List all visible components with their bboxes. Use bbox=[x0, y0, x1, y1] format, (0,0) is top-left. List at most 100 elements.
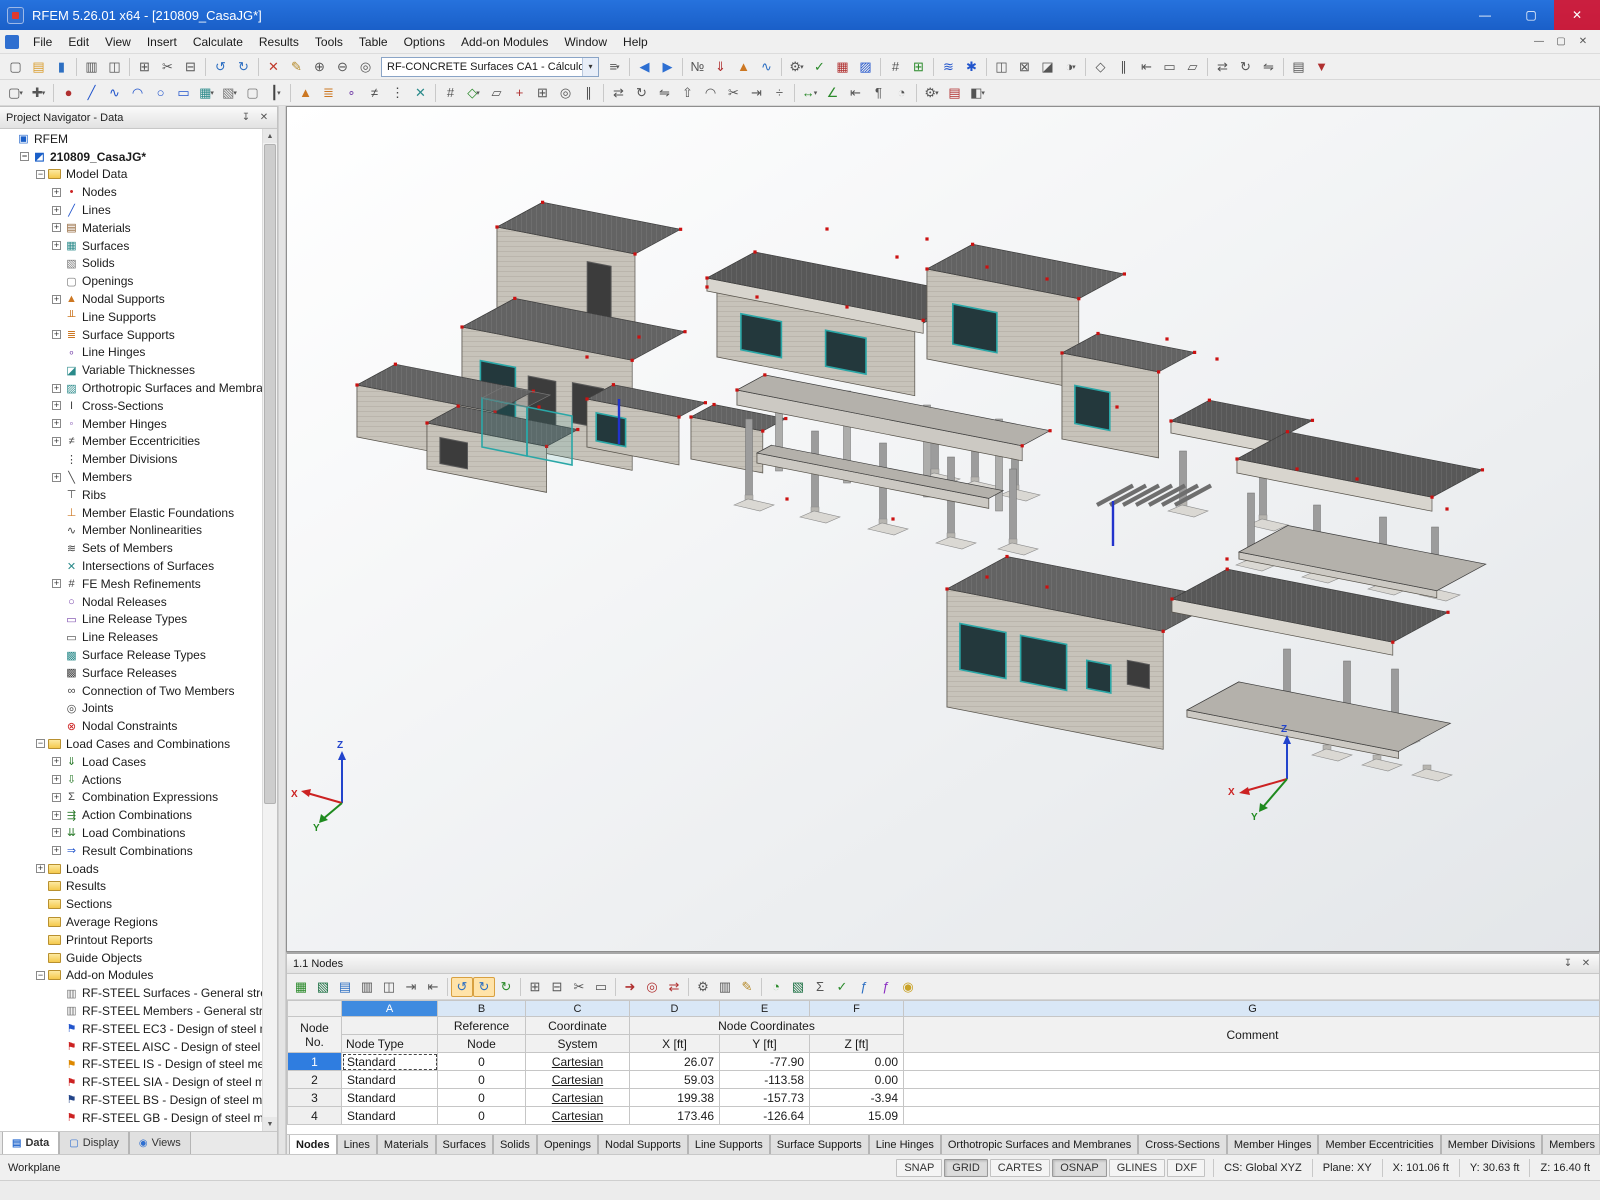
menu-item-add-on-modules[interactable]: Add-on Modules bbox=[453, 31, 556, 53]
toolbar-button-new-polyline[interactable]: ∿ bbox=[103, 82, 126, 103]
cell-x[interactable]: 59.03 bbox=[630, 1071, 720, 1089]
menu-item-results[interactable]: Results bbox=[251, 31, 307, 53]
table-pin-icon[interactable]: ↧ bbox=[1561, 958, 1575, 969]
toolbar-button-refresh-table[interactable]: ↻ bbox=[495, 977, 517, 997]
tree-item-loads[interactable]: +Loads bbox=[0, 860, 262, 878]
toolbar-button-nav-forward[interactable]: ▶ bbox=[656, 56, 679, 77]
toolbar-button-background-layers[interactable]: ▱ bbox=[1181, 56, 1204, 77]
cell-comment[interactable] bbox=[904, 1107, 1600, 1125]
table-tab-line-supports[interactable]: Line Supports bbox=[688, 1135, 770, 1156]
tree-item-rf-steel-ec3-design-of-steel-members[interactable]: ⚑RF-STEEL EC3 - Design of steel members bbox=[0, 1020, 262, 1038]
toolbar-button-jump-to-graphic[interactable]: ➜ bbox=[619, 977, 641, 997]
toolbar-button-dimensions[interactable]: ⇤ bbox=[1135, 56, 1158, 77]
toolbar-button-partial-views[interactable]: ◫ bbox=[990, 56, 1013, 77]
cell-reference-node[interactable]: 0 bbox=[438, 1053, 526, 1071]
toolbar-button-comment[interactable]: ¶ bbox=[867, 82, 890, 103]
toolbar-button-new-division[interactable]: ⋮ bbox=[386, 82, 409, 103]
tree-item-line-release-types[interactable]: ▭Line Release Types bbox=[0, 611, 262, 629]
mdi-close-button[interactable]: ✕ bbox=[1572, 33, 1594, 51]
toolbar-button-select-rows[interactable]: ▭ bbox=[590, 977, 612, 997]
expand-icon[interactable]: + bbox=[52, 757, 61, 766]
toolbar-button-edit[interactable]: ✎ bbox=[285, 56, 308, 77]
column-letter-d[interactable]: D bbox=[630, 1001, 720, 1017]
expand-icon[interactable]: + bbox=[52, 241, 61, 250]
toolbar-button-new-eccentricity[interactable]: ≠ bbox=[363, 82, 386, 103]
expand-icon[interactable]: + bbox=[52, 473, 61, 482]
toolbar-button-fe-mesh[interactable]: # bbox=[884, 56, 907, 77]
toolbar-button-mirror-copy[interactable]: ⇋ bbox=[653, 82, 676, 103]
toolbar-button-delete[interactable]: ✕ bbox=[262, 56, 285, 77]
menu-item-window[interactable]: Window bbox=[556, 31, 615, 53]
toolbar-button-column-widths[interactable]: ▥ bbox=[714, 977, 736, 997]
toolbar-button-display-properties[interactable]: ⚙▾ bbox=[920, 82, 943, 103]
toolbar-button-check-model[interactable]: ✓ bbox=[808, 56, 831, 77]
tree-item-average-regions[interactable]: Average Regions bbox=[0, 913, 262, 931]
toolbar-button-row-filter[interactable]: ⇥ bbox=[400, 977, 422, 997]
menu-item-calculate[interactable]: Calculate bbox=[185, 31, 251, 53]
cell-y[interactable]: -157.73 bbox=[720, 1089, 810, 1107]
menu-item-options[interactable]: Options bbox=[396, 31, 453, 53]
toolbar-button-new-opening[interactable]: ▢ bbox=[241, 82, 264, 103]
toolbar-button-table-views[interactable]: ◫ bbox=[378, 977, 400, 997]
toolbar-button-color-scales[interactable]: ▤ bbox=[943, 82, 966, 103]
toolbar-button-new-member[interactable]: ┃▾ bbox=[264, 82, 287, 103]
expand-icon[interactable]: + bbox=[52, 775, 61, 784]
mdi-minimize-button[interactable]: — bbox=[1528, 33, 1550, 51]
row-number[interactable]: 4 bbox=[288, 1107, 342, 1125]
navigator-close-icon[interactable]: ✕ bbox=[257, 112, 271, 123]
tree-item-rf-steel-bs-design-of-steel-members[interactable]: ⚑RF-STEEL BS - Design of steel members bbox=[0, 1091, 262, 1109]
cell-z[interactable]: 15.09 bbox=[810, 1107, 904, 1125]
toolbar-button-select[interactable]: ▢▾ bbox=[4, 82, 27, 103]
menu-item-tools[interactable]: Tools bbox=[307, 31, 351, 53]
toolbar-button-copy[interactable]: ⊞ bbox=[133, 56, 156, 77]
cell-comment[interactable] bbox=[904, 1089, 1600, 1107]
toolbar-button-calculate[interactable]: ⚙▾ bbox=[785, 56, 808, 77]
toolbar-button-delete-row[interactable]: ⊟ bbox=[546, 977, 568, 997]
toolbar-button-visibility[interactable]: ◑▾ bbox=[1059, 56, 1082, 77]
tree-item-add-on-modules[interactable]: −Add-on Modules bbox=[0, 966, 262, 984]
tree-item-surfaces[interactable]: +▦Surfaces bbox=[0, 237, 262, 255]
toolbar-button-insert-row[interactable]: ⊞ bbox=[524, 977, 546, 997]
toolbar-button-fx-params[interactable]: ƒ bbox=[875, 977, 897, 997]
collapse-icon[interactable]: − bbox=[36, 971, 45, 980]
column-letter-g[interactable]: G bbox=[904, 1001, 1600, 1017]
toolbar-button-snap[interactable]: # bbox=[439, 82, 462, 103]
column-letter-a[interactable]: A bbox=[342, 1001, 438, 1017]
tree-item-rf-steel-gb-design-of-steel-members[interactable]: ⚑RF-STEEL GB - Design of steel members bbox=[0, 1109, 262, 1127]
toolbar-button-comments[interactable]: ▭ bbox=[1158, 56, 1181, 77]
table-tab-members[interactable]: Members bbox=[1542, 1135, 1599, 1156]
tree-item-combination-expressions[interactable]: +ΣCombination Expressions bbox=[0, 788, 262, 806]
toolbar-button-print-preview[interactable]: ◫ bbox=[103, 56, 126, 77]
toolbar-button-new-nodal-support[interactable]: ▲ bbox=[294, 82, 317, 103]
row-number[interactable]: 3 bbox=[288, 1089, 342, 1107]
table-tab-lines[interactable]: Lines bbox=[337, 1135, 377, 1156]
tree-item-member-elastic-foundations[interactable]: ⊥Member Elastic Foundations bbox=[0, 504, 262, 522]
toolbar-button-rf-steel[interactable]: ▨ bbox=[854, 56, 877, 77]
tree-item-load-cases-and-combinations[interactable]: −Load Cases and Combinations bbox=[0, 735, 262, 753]
expand-icon[interactable]: + bbox=[52, 846, 61, 855]
tree-item-orthotropic-surfaces-and-membranes[interactable]: +▨Orthotropic Surfaces and Membranes bbox=[0, 379, 262, 397]
toolbar-button-sync-selection[interactable]: ⇄ bbox=[663, 977, 685, 997]
toolbar-button-extend[interactable]: ⇥ bbox=[745, 82, 768, 103]
tree-item-nodal-supports[interactable]: +▲Nodal Supports bbox=[0, 290, 262, 308]
toolbar-button-paste[interactable]: ⊟ bbox=[179, 56, 202, 77]
toolbar-button-plane-xy[interactable]: ▱ bbox=[485, 82, 508, 103]
tree-item-rf-steel-aisc-design-of-steel-members[interactable]: ⚑RF-STEEL AISC - Design of steel members bbox=[0, 1038, 262, 1056]
navigator-tab-views[interactable]: ◉Views bbox=[129, 1132, 191, 1155]
toolbar-button-rf-concrete[interactable]: ▦ bbox=[831, 56, 854, 77]
tree-item-sections[interactable]: Sections bbox=[0, 895, 262, 913]
status-toggle-snap[interactable]: SNAP bbox=[896, 1159, 942, 1177]
toolbar-button-zoom-window[interactable]: ◎ bbox=[354, 56, 377, 77]
tree-item-line-supports[interactable]: ╨Line Supports bbox=[0, 308, 262, 326]
toolbar-button-generate-mesh[interactable]: ⊞ bbox=[907, 56, 930, 77]
toolbar-button-cut[interactable]: ✂ bbox=[156, 56, 179, 77]
column-letter-b[interactable]: B bbox=[438, 1001, 526, 1017]
toolbar-button-select-special[interactable]: ✚▾ bbox=[27, 82, 50, 103]
tree-item-rf-steel-surfaces-general-stress-analysis-of-surfaces[interactable]: ▥RF-STEEL Surfaces - General stress anal… bbox=[0, 984, 262, 1002]
tree-item-openings[interactable]: ▢Openings bbox=[0, 272, 262, 290]
pin-icon[interactable]: ↧ bbox=[239, 112, 253, 123]
toolbar-button-move-copy[interactable]: ⇄ bbox=[607, 82, 630, 103]
navigator-tab-display[interactable]: ▢Display bbox=[59, 1132, 129, 1155]
toolbar-button-rotate-copy[interactable]: ↻ bbox=[630, 82, 653, 103]
cell-comment[interactable] bbox=[904, 1053, 1600, 1071]
